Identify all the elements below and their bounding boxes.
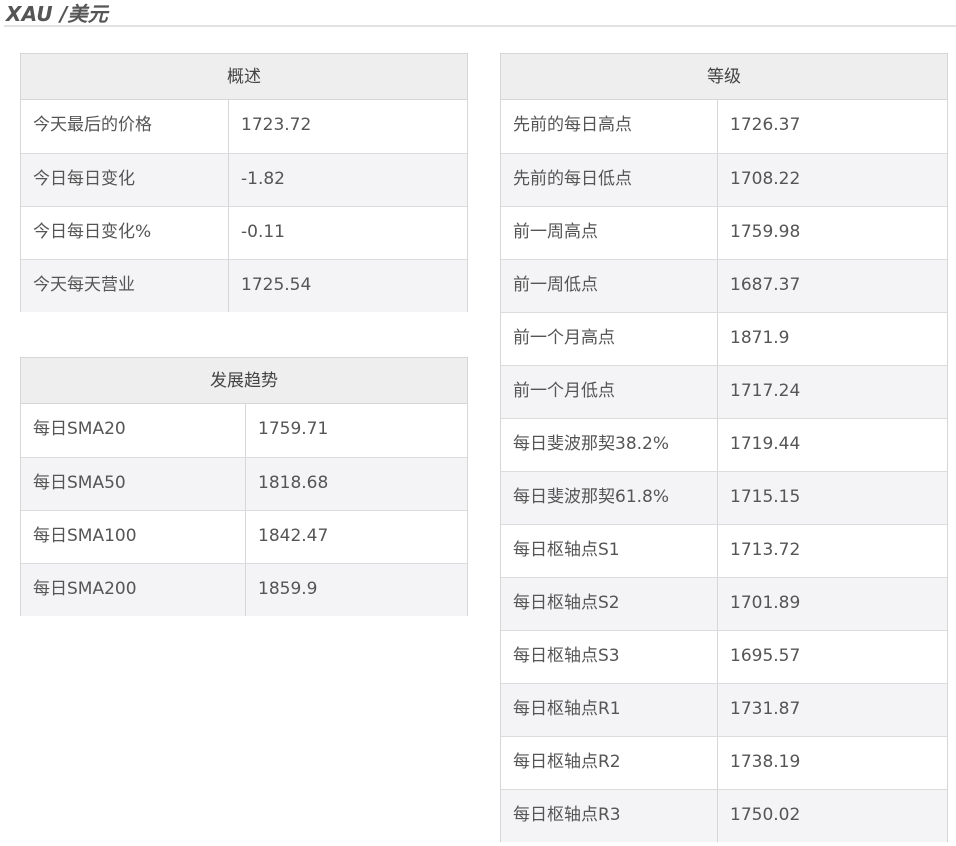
table-row: 每日斐波那契61.8% 1715.15 [501,471,947,524]
row-label: 每日枢轴点R3 [501,790,718,842]
table-row: 今日每日变化 -1.82 [21,153,467,206]
row-value: 1695.57 [730,646,801,666]
table-row: 每日枢轴点R2 1738.19 [501,736,947,789]
table-row: 前一个月低点 1717.24 [501,365,947,418]
row-value: 1723.72 [241,115,312,135]
row-label: 每日SMA100 [21,511,246,563]
row-label: 每日斐波那契38.2% [501,419,718,471]
table-row: 每日斐波那契38.2% 1719.44 [501,418,947,471]
table-row: 前一个月高点 1871.9 [501,312,947,365]
row-label: 今天每天营业 [21,260,229,312]
row-value: -1.82 [241,169,285,189]
row-label: 每日SMA20 [21,404,246,457]
row-label: 前一周高点 [501,207,718,259]
row-value: 1687.37 [730,275,801,295]
table-row: 前一周高点 1759.98 [501,206,947,259]
row-label: 每日枢轴点R1 [501,684,718,736]
table-row: 每日枢轴点S2 1701.89 [501,577,947,630]
row-label: 每日枢轴点S2 [501,578,718,630]
table-row: 先前的每日低点 1708.22 [501,153,947,206]
row-value: 1750.02 [730,805,801,825]
row-value: 1715.15 [730,487,801,507]
table-row: 每日SMA200 1859.9 [21,563,467,616]
row-label: 前一个月高点 [501,313,718,365]
table-row: 前一周低点 1687.37 [501,259,947,312]
row-label: 今天最后的价格 [21,100,229,153]
table-row: 今天每天营业 1725.54 [21,259,467,312]
row-value: 1731.87 [730,699,801,719]
row-label: 前一周低点 [501,260,718,312]
table-row: 每日SMA100 1842.47 [21,510,467,563]
row-label: 每日SMA50 [21,458,246,510]
table-row: 先前的每日高点 1726.37 [501,100,947,153]
row-value: 1859.9 [258,579,318,599]
trend-rows: 每日SMA20 1759.71 每日SMA50 1818.68 每日SMA100 1842… [21,404,467,616]
row-label: 先前的每日低点 [501,154,718,206]
table-row: 每日SMA50 1818.68 [21,457,467,510]
table-row: 每日枢轴点R1 1731.87 [501,683,947,736]
row-label: 每日SMA200 [21,564,246,616]
levels-rows: 先前的每日高点 1726.37 先前的每日低点 1708.22 前一周高点 1759.98… [501,100,947,842]
row-value: 1842.47 [258,526,329,546]
table-row: 每日枢轴点R3 1750.02 [501,789,947,842]
overview-heading: 概述 [21,54,467,100]
row-value: 1717.24 [730,381,801,401]
row-value: 1713.72 [730,540,801,560]
row-value: 1725.54 [241,275,312,295]
levels-heading: 等级 [501,54,947,100]
row-value: 1701.89 [730,593,801,613]
table-row: 每日枢轴点S1 1713.72 [501,524,947,577]
trend-panel: 发展趋势 每日SMA20 1759.71 每日SMA50 1818.68 每日SMA10… [20,357,468,616]
row-value: -0.11 [241,222,285,242]
row-value: 1759.71 [258,419,329,439]
row-value: 1738.19 [730,752,801,772]
row-label: 前一个月低点 [501,366,718,418]
row-value: 1708.22 [730,169,801,189]
row-label: 今日每日变化 [21,154,229,206]
row-label: 先前的每日高点 [501,100,718,153]
row-value: 1759.98 [730,222,801,242]
title-bar: XAU /美元 [4,0,956,27]
page-title: XAU /美元 [6,2,108,26]
table-row: 每日枢轴点S3 1695.57 [501,630,947,683]
row-value: 1871.9 [730,328,790,348]
row-label: 每日斐波那契61.8% [501,472,718,524]
row-label: 每日枢轴点S1 [501,525,718,577]
row-value: 1719.44 [730,434,801,454]
row-label: 今日每日变化% [21,207,229,259]
table-row: 每日SMA20 1759.71 [21,404,467,457]
row-value: 1818.68 [258,473,329,493]
overview-panel: 概述 今天最后的价格 1723.72 今日每日变化 -1.82 今日每日变化% -0.11… [20,53,468,312]
row-label: 每日枢轴点R2 [501,737,718,789]
overview-rows: 今天最后的价格 1723.72 今日每日变化 -1.82 今日每日变化% -0.11 今天每… [21,100,467,312]
row-value: 1726.37 [730,115,801,135]
table-row: 今天最后的价格 1723.72 [21,100,467,153]
trend-heading: 发展趋势 [21,358,467,404]
table-row: 今日每日变化% -0.11 [21,206,467,259]
row-label: 每日枢轴点S3 [501,631,718,683]
levels-panel: 等级 先前的每日高点 1726.37 先前的每日低点 1708.22 前一周高点 1759… [500,53,948,842]
